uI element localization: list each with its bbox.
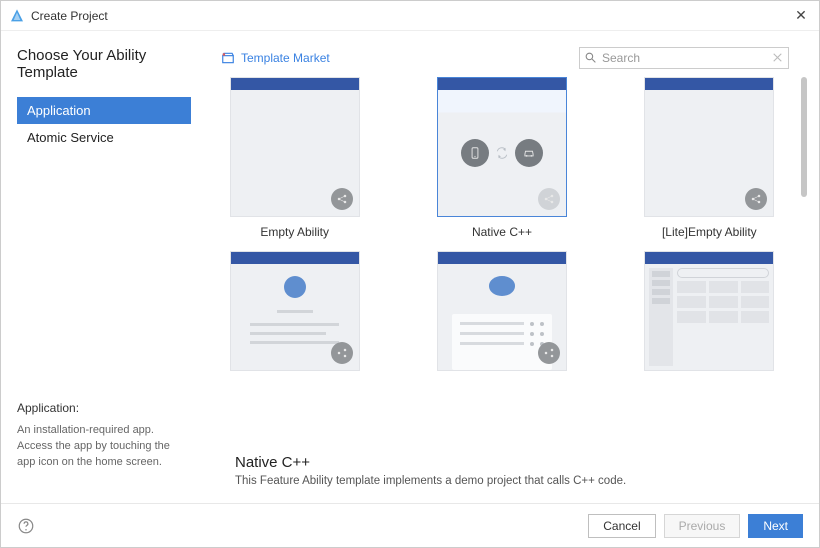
template-detail: Native C++ This Feature Ability template… <box>221 444 811 495</box>
sidebar-item-atomic-service[interactable]: Atomic Service <box>17 124 191 151</box>
template-market-link[interactable]: Template Market <box>221 51 330 65</box>
sidebar-item-application[interactable]: Application <box>17 97 191 124</box>
template-card-native-cpp[interactable]: Native C++ <box>428 77 575 239</box>
share-icon <box>538 342 560 364</box>
template-card-row2-b[interactable] <box>428 251 575 371</box>
app-logo-icon <box>9 8 25 24</box>
search-container <box>579 47 789 69</box>
titlebar: Create Project ✕ <box>1 1 819 31</box>
main-toolbar: Template Market <box>221 47 811 69</box>
phone-icon <box>461 139 489 167</box>
help-icon[interactable] <box>17 517 35 535</box>
sidebar: Choose Your Ability Template Application… <box>1 31 201 503</box>
cancel-button[interactable]: Cancel <box>588 514 655 538</box>
footer: Cancel Previous Next <box>1 503 819 547</box>
previous-button: Previous <box>664 514 741 538</box>
content-area: Choose Your Ability Template Application… <box>1 31 819 503</box>
detail-name: Native C++ <box>235 454 787 471</box>
template-label: [Lite]Empty Ability <box>662 225 757 239</box>
page-heading: Choose Your Ability Template <box>17 47 201 81</box>
clear-search-icon[interactable] <box>771 51 784 64</box>
share-icon <box>538 188 560 210</box>
sync-icon <box>495 146 509 160</box>
share-icon <box>331 342 353 364</box>
share-icon <box>745 188 767 210</box>
close-button[interactable]: ✕ <box>791 7 811 24</box>
share-icon <box>331 188 353 210</box>
scrollbar[interactable] <box>801 77 807 197</box>
main-panel: Template Market Empty Ability <box>201 31 819 503</box>
sidebar-desc-title: Application: <box>17 401 185 415</box>
template-label: Native C++ <box>472 225 532 239</box>
template-card-row2-c[interactable] <box>636 251 783 371</box>
search-input[interactable] <box>579 47 789 69</box>
market-icon <box>221 51 235 65</box>
window-title: Create Project <box>31 9 791 23</box>
sidebar-description: Application: An installation-required ap… <box>17 401 201 487</box>
template-card-lite-empty-ability[interactable]: [Lite]Empty Ability <box>636 77 783 239</box>
template-grid-viewport: Empty Ability Native C++ <box>221 77 811 444</box>
template-label: Empty Ability <box>260 225 329 239</box>
template-grid: Empty Ability Native C++ <box>221 77 811 371</box>
search-icon <box>584 51 597 64</box>
next-button[interactable]: Next <box>748 514 803 538</box>
template-card-empty-ability[interactable]: Empty Ability <box>221 77 368 239</box>
car-icon <box>515 139 543 167</box>
sidebar-desc-body: An installation-required app. Access the… <box>17 423 185 471</box>
detail-desc: This Feature Ability template implements… <box>235 475 787 487</box>
template-market-label: Template Market <box>241 51 330 65</box>
template-card-row2-a[interactable] <box>221 251 368 371</box>
